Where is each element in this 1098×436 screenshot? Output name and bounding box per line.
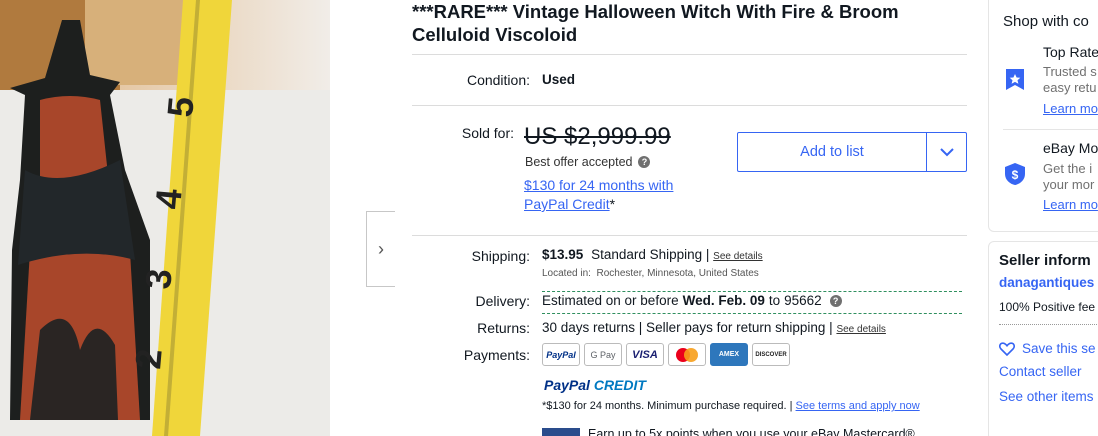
chevron-down-icon <box>939 147 954 156</box>
dashed-divider <box>542 313 962 314</box>
paypal-credit-fine-print: *$130 for 24 months. Minimum purchase re… <box>542 400 920 412</box>
add-to-list-button[interactable]: Add to list <box>738 133 926 171</box>
help-icon[interactable]: ? <box>638 156 651 168</box>
help-icon[interactable]: ? <box>829 294 842 307</box>
paypal-credit-line2: PayPal Credit <box>524 196 610 212</box>
product-image[interactable]: 5 4 3 2 <box>0 0 330 436</box>
delivery-label: Delivery: <box>475 293 530 309</box>
shop-confidence-title: Shop with co <box>1003 13 1089 30</box>
svg-text:5: 5 <box>159 95 202 119</box>
payments-label: Payments: <box>463 347 530 363</box>
divider <box>1003 129 1098 130</box>
divider <box>999 324 1098 325</box>
svg-text:$: $ <box>1012 168 1019 182</box>
svg-text:4: 4 <box>147 187 190 211</box>
heart-icon[interactable] <box>999 342 1015 356</box>
best-offer-text: Best offer accepted <box>525 155 633 169</box>
money-back-title: eBay Mo <box>1043 140 1098 156</box>
amex-icon: AMEX <box>710 343 748 366</box>
divider <box>412 235 967 236</box>
witch-figurine-photo: 5 4 3 2 <box>0 0 330 436</box>
paypal-credit-logo: PayPal CREDIT <box>544 377 646 393</box>
paypal-icon: PayPal <box>542 343 580 366</box>
discover-icon: DISCOVER <box>752 343 790 366</box>
delivery-zip[interactable]: 95662 <box>784 293 822 308</box>
mastercard-promo: Earn up to 5x points when you use your e… <box>542 427 915 436</box>
add-to-list-control: Add to list <box>737 132 967 172</box>
shipping-cost: $13.95 <box>542 247 584 262</box>
chevron-right-icon: › <box>378 238 384 259</box>
condition-value: Used <box>542 72 576 87</box>
seller-name-link[interactable]: danagantiques <box>999 275 1094 290</box>
google-pay-icon: G Pay <box>584 343 622 366</box>
paypal-credit-line1: $130 for 24 months with <box>524 177 674 193</box>
mastercard-icon <box>668 343 706 366</box>
returns-label: Returns: <box>477 320 530 336</box>
see-terms-link[interactable]: See terms and apply now <box>796 400 920 412</box>
add-to-list-dropdown[interactable] <box>926 133 966 171</box>
svg-text:2: 2 <box>127 347 170 371</box>
dashed-divider <box>542 291 962 292</box>
top-rated-desc: Trusted s easy retu <box>1043 64 1097 95</box>
top-rated-learn-more-link[interactable]: Learn mo <box>1043 101 1098 116</box>
next-image-arrow[interactable]: › <box>366 211 395 287</box>
svg-text:3: 3 <box>137 267 180 291</box>
shipping-see-details-link[interactable]: See details <box>713 251 762 262</box>
sold-price: US $2,999.99 <box>524 123 671 150</box>
divider <box>412 54 967 55</box>
returns-info: 30 days returns | Seller pays for return… <box>542 320 886 335</box>
divider <box>412 105 967 106</box>
paypal-credit-link[interactable]: $130 for 24 months with PayPal Credit* <box>524 176 714 214</box>
seller-info-panel <box>988 241 1098 436</box>
seller-info-title: Seller inform <box>999 252 1091 269</box>
money-back-learn-more-link[interactable]: Learn mo <box>1043 197 1098 212</box>
money-back-shield-icon: $ <box>1005 163 1025 185</box>
shipping-method: Standard Shipping | <box>591 247 710 262</box>
seller-feedback: 100% Positive fee <box>999 300 1096 314</box>
money-back-desc: Get the i your mor <box>1043 161 1095 192</box>
best-offer-note: Best offer accepted ? <box>525 155 651 169</box>
condition-label: Condition: <box>466 72 530 88</box>
visa-icon: VISA <box>626 343 664 366</box>
see-other-items-link[interactable]: See other items <box>999 389 1094 404</box>
shipping-info: $13.95 Standard Shipping | See details <box>542 247 763 262</box>
top-rated-title: Top Rate <box>1043 44 1098 60</box>
delivery-info: Estimated on or before Wed. Feb. 09 to 9… <box>542 293 842 308</box>
payment-methods: PayPal G Pay VISA AMEX DISCOVER <box>542 343 790 366</box>
shipping-label: Shipping: <box>471 248 530 264</box>
top-rated-badge-icon <box>1006 69 1024 90</box>
save-seller-link[interactable]: Save this se <box>1022 341 1096 356</box>
contact-seller-link[interactable]: Contact seller <box>999 364 1082 379</box>
ebay-mastercard-icon <box>542 428 580 436</box>
sold-for-label: Sold for: <box>461 125 514 141</box>
returns-see-details-link[interactable]: See details <box>836 324 885 335</box>
listing-title: ***RARE*** Vintage Halloween Witch With … <box>412 1 899 45</box>
item-location: Located in: Rochester, Minnesota, United… <box>542 268 759 279</box>
